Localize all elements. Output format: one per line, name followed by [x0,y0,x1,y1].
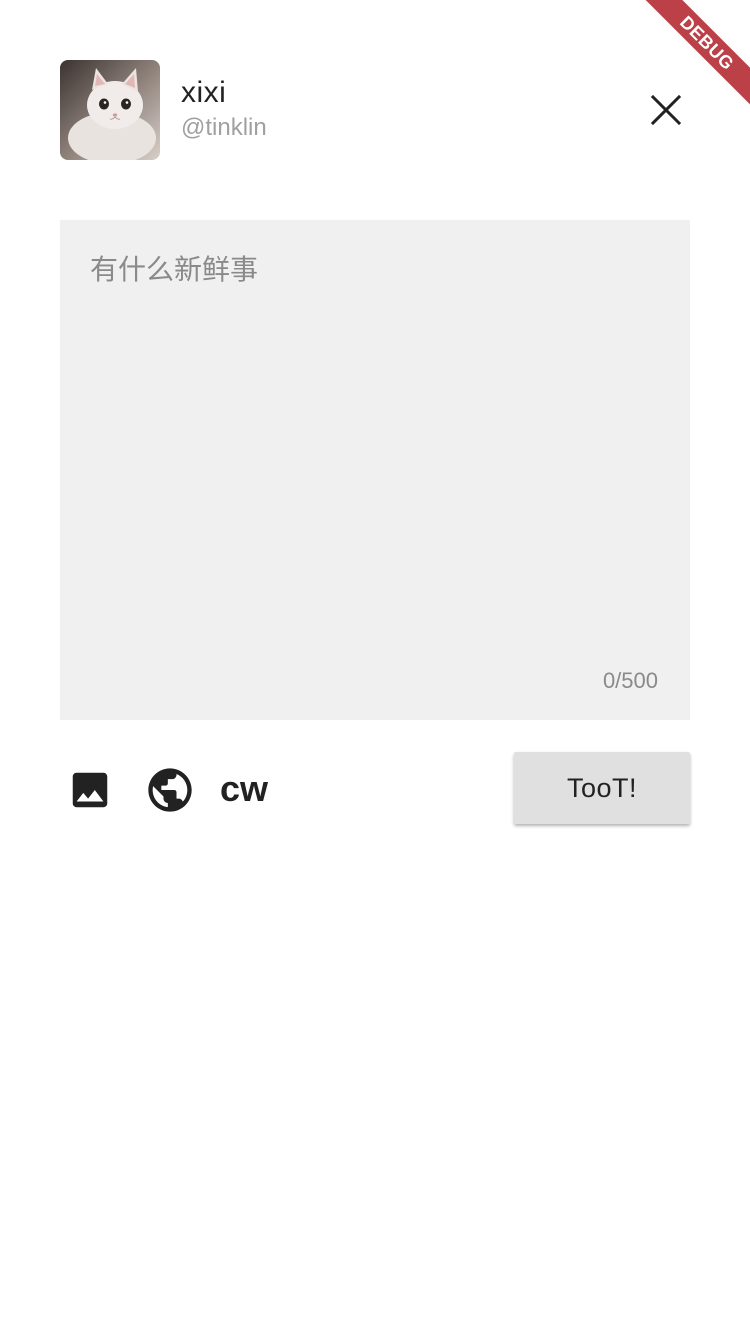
compose-input[interactable] [60,220,690,660]
globe-icon [148,768,192,812]
avatar[interactable] [60,60,160,160]
close-button[interactable] [640,84,692,136]
compose-box: 0/500 [60,220,690,720]
content-warning-button[interactable]: cw [220,768,268,810]
display-name: xixi [181,76,227,109]
char-counter: 0/500 [602,668,658,693]
toot-button[interactable]: TooT! [514,752,690,824]
close-icon [651,95,681,125]
image-icon [72,772,108,808]
cat-avatar-icon [60,60,160,160]
add-image-button[interactable] [64,764,116,816]
visibility-button[interactable] [142,762,198,818]
username: @tinklin [181,114,267,141]
